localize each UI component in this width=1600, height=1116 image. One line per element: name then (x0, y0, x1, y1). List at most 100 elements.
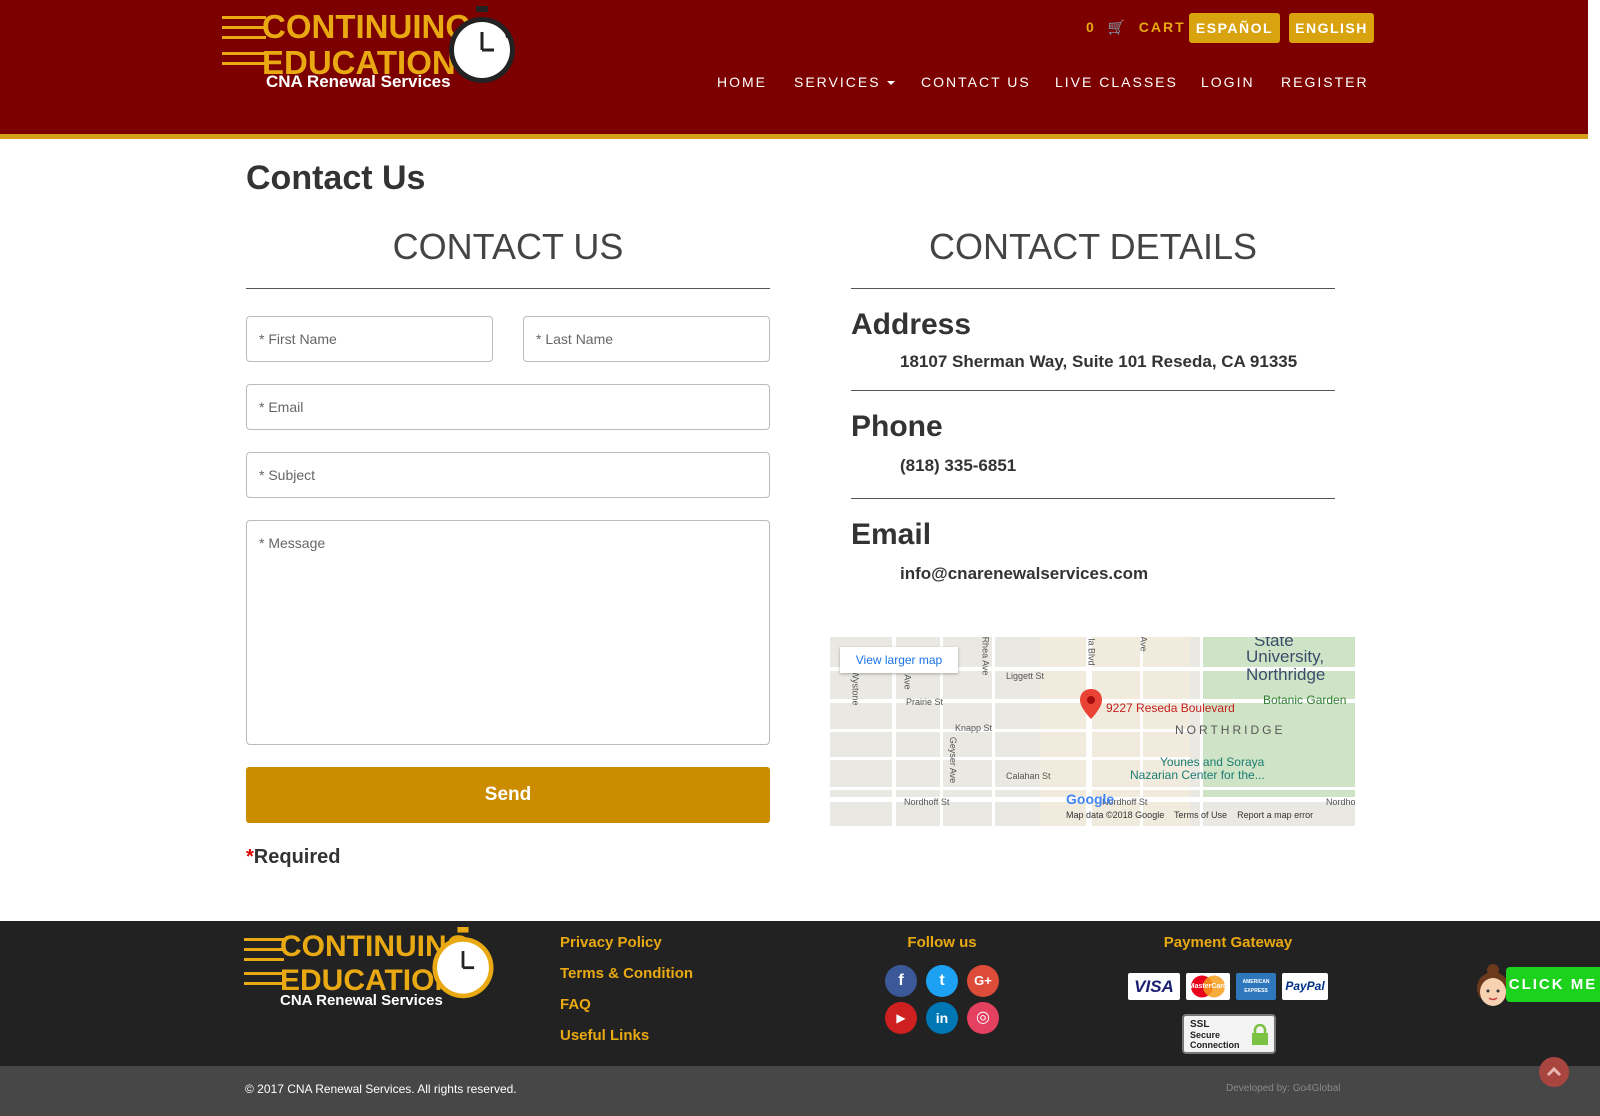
site-footer (0, 921, 1600, 1066)
lang-english-button[interactable]: ENGLISH (1289, 13, 1374, 43)
logo-speed-line (222, 16, 266, 19)
ssl-secure: Secure (1190, 1030, 1221, 1040)
google-plus-icon[interactable]: G+ (967, 965, 999, 997)
ssl-connection: Connection (1190, 1040, 1240, 1050)
location-map[interactable]: State University, Northridge Botanic Gar… (830, 637, 1355, 826)
chevron-up-icon (1546, 1066, 1562, 1077)
divider (851, 498, 1335, 499)
map-street-label: Knapp St (955, 723, 993, 733)
logo-speed-line (222, 52, 266, 55)
footer-link-privacy[interactable]: Privacy Policy (560, 934, 662, 951)
ssl-secure-badge: SSL Secure Connection (1182, 1014, 1276, 1054)
cart-icon: 🛒 (1101, 19, 1133, 35)
address-label: Address (851, 308, 972, 341)
cart-link[interactable]: 0 🛒 CART (1086, 19, 1186, 36)
email-label: Email (851, 518, 932, 551)
map-center-label-1: Younes and Soraya (1160, 755, 1265, 769)
map-footer: Map data ©2018 Google Terms of Use Repor… (1066, 810, 1313, 820)
cart-count: 0 (1086, 19, 1096, 35)
site-logo[interactable]: CONTINUING EDUCATION CNA Renewal Service… (222, 6, 522, 94)
first-name-input[interactable] (246, 316, 493, 362)
map-street-label: Geyser Ave (948, 736, 959, 784)
scroll-to-top-button[interactable] (1539, 1057, 1569, 1087)
contact-details-title: CONTACT DETAILS (928, 226, 1258, 267)
youtube-icon[interactable]: ▶ (885, 1002, 917, 1034)
map-street-label: Nordhof (1326, 797, 1355, 807)
map-street-label: Wystone (850, 670, 861, 706)
stopwatch-icon (449, 6, 515, 83)
map-data-text: Map data ©2018 Google (1066, 810, 1165, 820)
linkedin-icon[interactable]: in (926, 1002, 958, 1034)
required-star: * (246, 846, 254, 868)
map-terms-link[interactable]: Terms of Use (1174, 810, 1227, 820)
nav-register[interactable]: REGISTER (1281, 74, 1369, 90)
bottom-bar (0, 1066, 1600, 1116)
divider (851, 288, 1335, 289)
mastercard-label: MasterCard (1188, 983, 1228, 990)
ssl-label: SSL (1190, 1019, 1210, 1030)
map-road (830, 787, 1355, 790)
map-pin-label: 9227 Reseda Boulevard (1106, 701, 1235, 715)
map-street-label: la Blvd (1086, 638, 1097, 666)
logo-speed-line (244, 972, 284, 975)
click-me-chat-button[interactable]: CLICK ME (1506, 967, 1600, 1002)
footer-logo[interactable]: CONTINUING EDUCATION CNA Renewal Service… (244, 927, 504, 1010)
nav-contact-us[interactable]: CONTACT US (921, 74, 1031, 90)
nav-home[interactable]: HOME (717, 74, 767, 90)
map-report-link[interactable]: Report a map error (1237, 810, 1313, 820)
logo-speed-line (222, 26, 266, 29)
footer-link-terms[interactable]: Terms & Condition (560, 965, 693, 982)
lock-icon (1252, 1024, 1268, 1045)
send-button[interactable]: Send (246, 767, 770, 823)
divider (246, 288, 770, 289)
phone-value: (818) 335-6851 (900, 456, 1017, 475)
nav-live-classes[interactable]: LIVE CLASSES (1055, 74, 1178, 90)
email-input[interactable] (246, 384, 770, 430)
logo-speed-line (244, 938, 284, 941)
map-road (992, 637, 995, 826)
view-larger-map-link[interactable]: View larger map (840, 647, 958, 673)
page-title: Contact Us (246, 159, 426, 197)
cart-label: CART (1138, 19, 1186, 35)
visa-card-icon: VISA (1128, 973, 1180, 1000)
map-pin-icon (1080, 689, 1102, 719)
map-street-label: Nordhoff St (904, 797, 950, 807)
nav-login[interactable]: LOGIN (1201, 74, 1255, 90)
copyright-text: © 2017 CNA Renewal Services. All rights … (245, 1082, 517, 1096)
map-road (830, 729, 1190, 732)
map-street-label: Prairie St (906, 697, 944, 707)
instagram-icon[interactable]: ◎ (967, 1002, 999, 1034)
nav-services-label: SERVICES (794, 74, 881, 90)
map-street-label: Calahan St (1006, 771, 1051, 781)
address-value: 18107 Sherman Way, Suite 101 Reseda, CA … (900, 352, 1298, 371)
developer-credit[interactable]: Developed by: Go4Global (1226, 1083, 1341, 1094)
map-university-label-3: Northridge (1246, 665, 1326, 684)
subject-input[interactable] (246, 452, 770, 498)
message-textarea[interactable] (246, 520, 770, 745)
map-street-label: Rhea Ave (980, 637, 991, 676)
follow-us-title: Follow us (907, 934, 977, 951)
phone-label: Phone (851, 410, 943, 443)
map-botanic-label: Botanic Garden (1263, 693, 1347, 707)
amex-card-icon: AMERICAN EXPRESS (1236, 973, 1276, 1000)
required-label: Required (253, 846, 341, 868)
logo-line-1: CONTINUING (262, 8, 471, 45)
facebook-icon[interactable]: f (885, 965, 917, 997)
logo-speed-line (244, 958, 284, 961)
map-university-label-2: University, (1246, 647, 1325, 666)
payment-gateway-title: Payment Gateway (1163, 934, 1293, 951)
nav-services[interactable]: SERVICES (794, 74, 895, 90)
email-value: info@cnarenewalservices.com (900, 564, 1149, 583)
map-center-label-2: Nazarian Center for the... (1130, 768, 1265, 782)
footer-link-faq[interactable]: FAQ (560, 996, 591, 1013)
last-name-input[interactable] (523, 316, 770, 362)
map-road (830, 757, 1190, 760)
mastercard-icon: MasterCard (1186, 973, 1230, 1000)
map-street-label: Liggett St (1006, 671, 1045, 681)
twitter-icon[interactable]: t (926, 965, 958, 997)
google-logo: Google (1066, 791, 1115, 807)
logo-subtitle: CNA Renewal Services (266, 72, 451, 91)
map-street-label: Ave (1138, 637, 1149, 652)
footer-link-useful[interactable]: Useful Links (560, 1027, 649, 1044)
lang-espanol-button[interactable]: ESPAÑOL (1189, 13, 1280, 43)
